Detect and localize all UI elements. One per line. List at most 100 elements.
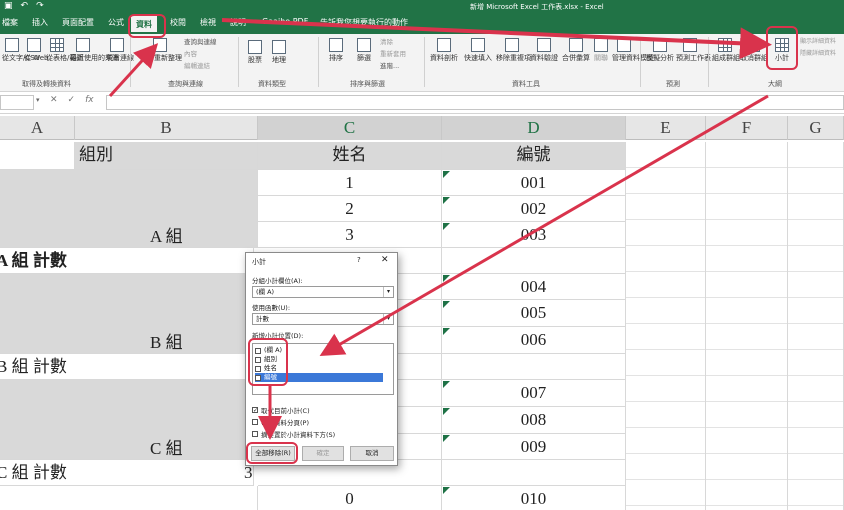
edit-links-button[interactable]: 編輯連結 bbox=[184, 62, 210, 70]
cell-d9[interactable] bbox=[442, 354, 626, 380]
tell-me-search[interactable]: 告訴我您想要執行的動作 bbox=[320, 17, 408, 28]
remove-duplicates-button[interactable]: 移除重複項 bbox=[496, 38, 531, 62]
group-a-merged-cell[interactable] bbox=[0, 170, 258, 248]
queries-connections-button[interactable]: 查詢與連線 bbox=[184, 38, 217, 46]
cell-d8[interactable]: 006 bbox=[442, 327, 626, 354]
properties-button[interactable]: 內容 bbox=[184, 50, 197, 58]
replace-current-option[interactable]: ✓ 取代目前小計(C) bbox=[252, 405, 310, 415]
undo-icon[interactable]: ↶ bbox=[21, 1, 29, 11]
function-select[interactable]: 計數 ▾ bbox=[252, 313, 394, 325]
cell-a-subtotal-a[interactable]: A 組 計數 bbox=[0, 248, 254, 274]
cell-b1[interactable]: 組別 bbox=[75, 142, 258, 170]
tab-help[interactable]: 說明 bbox=[230, 17, 246, 28]
column-e-cells[interactable] bbox=[626, 142, 706, 510]
relationships-button[interactable]: 關聯 bbox=[592, 38, 610, 62]
show-detail-button[interactable]: 顯示詳細資料 bbox=[800, 38, 836, 46]
tab-insert[interactable]: 插入 bbox=[32, 17, 48, 28]
existing-connections-button[interactable]: 現有連線 bbox=[106, 38, 134, 62]
cell-d6[interactable]: 004 bbox=[442, 274, 626, 300]
cell-b-group-c[interactable]: C 組 bbox=[150, 436, 210, 460]
chevron-down-icon[interactable]: ▾ bbox=[36, 96, 40, 104]
column-header-b[interactable]: B bbox=[75, 116, 258, 140]
save-icon[interactable]: ▣ bbox=[4, 1, 13, 11]
group-c-merged-cell[interactable] bbox=[0, 380, 258, 460]
cell-b-group-b[interactable]: B 組 bbox=[150, 330, 210, 354]
from-web-button[interactable]: 從 Web bbox=[24, 38, 49, 62]
error-indicator-icon[interactable] bbox=[443, 275, 450, 282]
cell-b-group-a[interactable]: A 組 bbox=[150, 224, 210, 248]
page-break-option[interactable]: 每組資料分頁(P) bbox=[252, 417, 309, 427]
cell-d7[interactable]: 005 bbox=[442, 300, 626, 327]
cell-a-subtotal-c[interactable]: C 組 計數 bbox=[0, 460, 254, 486]
column-header-d[interactable]: D bbox=[442, 116, 626, 140]
cell-c1[interactable]: 姓名 bbox=[258, 142, 442, 170]
column-header-a[interactable]: A bbox=[0, 116, 75, 140]
summary-below-option[interactable]: 摘要置於小計資料下方(S) bbox=[252, 429, 335, 439]
hide-detail-button[interactable]: 隱藏詳細資料 bbox=[800, 50, 836, 58]
text-to-columns-button[interactable]: 資料剖析 bbox=[430, 38, 458, 62]
cell-b14[interactable] bbox=[0, 486, 258, 510]
ungroup-button[interactable]: 取消群組 bbox=[740, 38, 768, 62]
reapply-button[interactable]: 重新套用 bbox=[380, 50, 406, 58]
column-g-cells[interactable] bbox=[788, 142, 844, 510]
fx-icon[interactable]: fx bbox=[85, 95, 94, 105]
name-box[interactable] bbox=[0, 95, 34, 110]
cell-d1[interactable]: 編號 bbox=[442, 142, 626, 170]
advanced-filter-button[interactable]: 進階... bbox=[380, 62, 399, 70]
cell-d14[interactable]: 010 bbox=[442, 486, 626, 510]
data-validation-button[interactable]: 資料驗證 bbox=[530, 38, 558, 62]
cell-d3[interactable]: 002 bbox=[442, 196, 626, 222]
tab-page-layout[interactable]: 頁面配置 bbox=[62, 17, 94, 28]
flash-fill-button[interactable]: 快速填入 bbox=[464, 38, 492, 62]
from-text-csv-button[interactable]: 從文字/CSV bbox=[2, 38, 39, 62]
cell-d12[interactable]: 009 bbox=[442, 434, 626, 460]
column-header-f[interactable]: F bbox=[706, 116, 788, 140]
ok-button[interactable]: 確定 bbox=[302, 446, 344, 461]
tab-review[interactable]: 校閱 bbox=[170, 17, 186, 28]
group-field-select[interactable]: (欄 A) ▾ bbox=[252, 286, 394, 298]
error-indicator-icon[interactable] bbox=[443, 223, 450, 230]
column-f-cells[interactable] bbox=[706, 142, 788, 510]
cell-c3[interactable]: 2 bbox=[258, 196, 442, 222]
help-icon[interactable]: ? bbox=[357, 256, 361, 264]
tab-gaaiho-pdf[interactable]: Gaaiho PDF bbox=[262, 17, 308, 26]
column-header-c[interactable]: C bbox=[258, 116, 442, 140]
chevron-down-icon[interactable]: ▾ bbox=[383, 287, 393, 297]
redo-icon[interactable]: ↷ bbox=[36, 1, 44, 11]
enter-icon[interactable]: ✓ bbox=[68, 95, 76, 105]
recent-sources-button[interactable]: 最近使用的來源 bbox=[70, 38, 119, 62]
error-indicator-icon[interactable] bbox=[443, 381, 450, 388]
refresh-all-button[interactable]: 全部重新整理 bbox=[140, 38, 182, 62]
cell-a-subtotal-b[interactable]: B 組 計數 bbox=[0, 354, 254, 380]
error-indicator-icon[interactable] bbox=[443, 487, 450, 494]
close-icon[interactable]: ✕ bbox=[381, 255, 389, 265]
tab-file[interactable]: 檔案 bbox=[2, 17, 18, 28]
cell-c2[interactable]: 1 bbox=[258, 170, 442, 196]
column-header-e[interactable]: E bbox=[626, 116, 706, 140]
column-header-g[interactable]: G bbox=[788, 116, 844, 140]
cell-d5[interactable] bbox=[442, 248, 626, 274]
geography-button[interactable]: 地理 bbox=[268, 40, 290, 64]
cell-d4[interactable]: 003 bbox=[442, 222, 626, 248]
error-indicator-icon[interactable] bbox=[443, 197, 450, 204]
error-indicator-icon[interactable] bbox=[443, 171, 450, 178]
forecast-sheet-button[interactable]: 預測工作表 bbox=[676, 38, 711, 62]
formula-input[interactable] bbox=[106, 95, 844, 110]
tab-formulas[interactable]: 公式 bbox=[108, 17, 124, 28]
error-indicator-icon[interactable] bbox=[443, 328, 450, 335]
what-if-button[interactable]: 模擬分析 bbox=[646, 38, 674, 62]
checkbox-checked-icon[interactable]: ✓ bbox=[252, 407, 258, 414]
from-table-button[interactable]: 從表格/範圍 bbox=[46, 38, 83, 62]
worksheet-grid[interactable]: 組別 姓名 編號 A 組 1 001 2 002 3 003 A 組 計數 B … bbox=[0, 140, 844, 510]
tab-view[interactable]: 檢視 bbox=[200, 17, 216, 28]
data-model-button[interactable]: 管理資料模型 bbox=[612, 38, 654, 62]
clear-filter-button[interactable]: 清除 bbox=[380, 38, 393, 46]
cancel-icon[interactable]: ✕ bbox=[50, 95, 58, 105]
cell-a1[interactable] bbox=[0, 142, 75, 170]
error-indicator-icon[interactable] bbox=[443, 435, 450, 442]
cell-d10[interactable]: 007 bbox=[442, 380, 626, 407]
cell-d13[interactable] bbox=[442, 460, 626, 486]
chevron-down-icon[interactable]: ▾ bbox=[383, 314, 393, 324]
stocks-button[interactable]: 股票 bbox=[244, 40, 266, 64]
checkbox-icon[interactable] bbox=[252, 431, 258, 437]
